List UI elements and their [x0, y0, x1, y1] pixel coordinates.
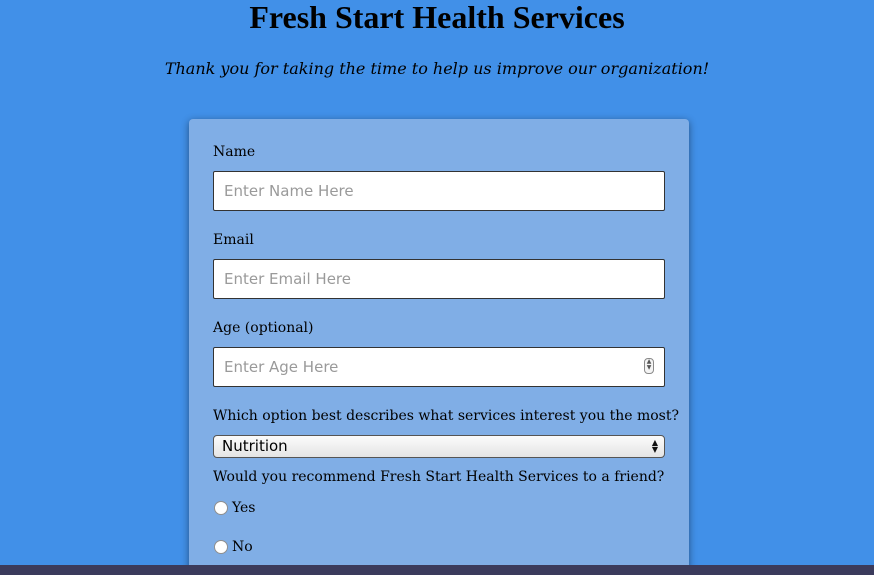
- age-field: ▲▼: [213, 347, 665, 387]
- email-input[interactable]: [213, 259, 665, 299]
- bottom-bar: [0, 565, 874, 575]
- radio-yes[interactable]: [214, 501, 228, 515]
- page-title: Fresh Start Health Services: [249, 0, 625, 35]
- select-arrows-icon: ▲ ▼: [651, 438, 658, 454]
- email-label: Email: [213, 232, 254, 248]
- recommend-label: Would you recommend Fresh Start Health S…: [213, 469, 665, 485]
- radio-yes-label: Yes: [232, 500, 256, 516]
- age-label: Age (optional): [213, 320, 314, 336]
- radio-no-label: No: [232, 539, 253, 555]
- name-label: Name: [213, 144, 256, 160]
- age-input[interactable]: [213, 347, 665, 387]
- survey-form: Name Email Age (optional) ▲▼ Which optio…: [189, 119, 689, 575]
- recommend-option-no[interactable]: No: [214, 538, 253, 556]
- services-selected-value: Nutrition: [222, 437, 288, 455]
- services-select[interactable]: Nutrition ▲ ▼: [213, 435, 665, 458]
- page-subtitle: Thank you for taking the time to help us…: [164, 59, 710, 78]
- recommend-option-yes[interactable]: Yes: [214, 499, 256, 517]
- name-input[interactable]: [213, 171, 665, 211]
- age-stepper[interactable]: ▲ ▼: [644, 358, 654, 374]
- radio-no[interactable]: [214, 540, 228, 554]
- services-label: Which option best describes what service…: [213, 408, 679, 424]
